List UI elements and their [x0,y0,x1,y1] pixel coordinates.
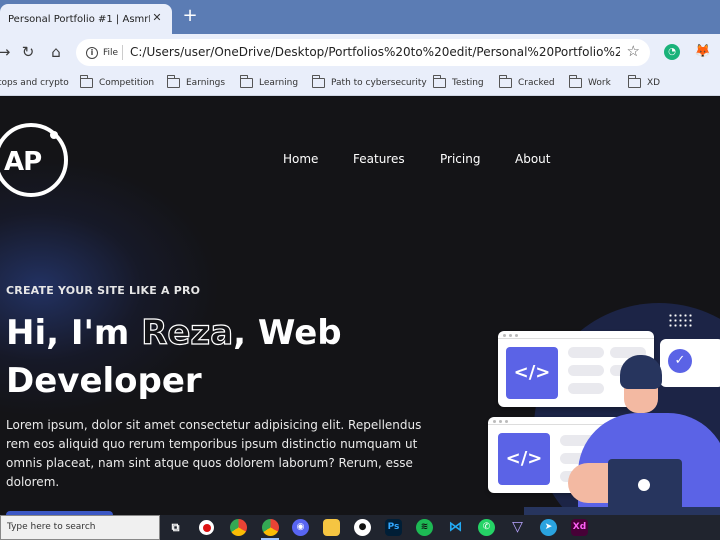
folder-icon [167,75,180,88]
url-text[interactable]: C:/Users/user/OneDrive/Desktop/Portfolio… [130,45,620,59]
browser-tab[interactable]: Personal Portfolio #1 | AsmrProg ✕ [0,4,172,34]
code-icon: </> [506,347,558,399]
hero-description: Lorem ipsum, dolor sit amet consectetur … [6,418,422,489]
site-info-chip[interactable]: i File [82,43,118,62]
logo-text: AP [4,147,42,177]
windows-taskbar: Type here to search ⧉ ◉ ● Ps ≋ ⋈ ✆ ▽ ➤ X… [0,515,720,540]
file-explorer-icon[interactable] [323,519,340,536]
chrome-active-icon[interactable] [262,519,279,536]
folder-icon [80,75,93,88]
code-icon: </> [498,433,550,485]
bookmark-item[interactable]: Learning [240,75,299,90]
bookmark-label: Testing [452,78,484,88]
hero-illustration: </> ✓ </> [484,293,720,515]
bookmark-label: Work [588,78,611,88]
bookmark-item[interactable]: Work [569,75,611,90]
hero-title-prefix: Hi, I'm [6,313,142,353]
close-tab-icon[interactable]: ✕ [150,11,164,25]
task-view-icon[interactable]: ⧉ [167,519,184,536]
taskbar-search[interactable]: Type here to search [0,515,160,540]
bookmark-item[interactable]: Path to cybersecurity [312,75,427,90]
folder-icon [433,75,446,88]
browser-toolbar: → ↻ ⌂ i File C:/Users/user/OneDrive/Desk… [0,34,720,70]
home-icon[interactable]: ⌂ [46,42,66,62]
forward-icon[interactable]: → [0,42,14,62]
hero-title-name: Reza [141,312,234,353]
photoshop-icon[interactable]: Ps [385,519,402,536]
divider [122,45,123,60]
bookmark-item[interactable]: XD [628,75,661,90]
chip-label: File [102,47,118,58]
reload-icon[interactable]: ↻ [18,42,38,62]
browser-tab-strip: Personal Portfolio #1 | AsmrProg ✕ + [0,0,720,34]
desk [524,507,720,515]
vscode-icon[interactable]: ⋈ [447,519,464,536]
bookmarks-bar: tops and crypto Competition Earnings Lea… [0,70,720,96]
spotify-icon[interactable]: ≋ [416,519,433,536]
info-icon: i [86,46,98,59]
telegram-icon[interactable]: ➤ [540,519,557,536]
hero-eyebrow: CREATE YOUR SITE LIKE A PRO [6,284,201,297]
logo-dot [50,131,58,139]
search-placeholder: Type here to search [7,522,96,532]
checkmark-icon: ✓ [668,349,692,373]
tab-title: Personal Portfolio #1 | AsmrProg [8,13,150,25]
discord-icon[interactable]: ◉ [292,519,309,536]
bookmark-item[interactable]: Cracked [499,75,555,90]
whatsapp-icon[interactable]: ✆ [478,519,495,536]
bookmark-label: Competition [99,78,155,88]
github-icon[interactable]: ● [354,519,371,536]
extension-icon[interactable]: ◔ [664,44,680,60]
record-icon[interactable] [199,520,214,535]
folder-icon [312,75,325,88]
folder-icon [569,75,582,88]
folder-icon [628,75,641,88]
portfolio-page: AP Home Features Pricing About CREATE YO… [0,97,720,515]
folder-icon [240,75,253,88]
bookmark-item[interactable]: Competition [80,75,155,90]
check-card: ✓ [660,339,720,387]
bookmark-label: Earnings [186,78,226,88]
folder-icon [499,75,512,88]
bookmark-item[interactable]: Testing [433,75,484,90]
nav-about[interactable]: About [515,152,550,166]
laptop-logo [638,479,650,491]
developer-hair [620,355,662,389]
card-header [498,331,654,339]
bookmark-label: Learning [259,78,299,88]
dot-grid-decoration [668,313,692,329]
metamask-icon[interactable]: 🦊 [694,43,712,61]
vpn-icon[interactable]: ▽ [509,519,526,536]
nav-pricing[interactable]: Pricing [440,152,480,166]
nav-features[interactable]: Features [353,152,405,166]
adobe-xd-icon[interactable]: Xd [571,519,588,536]
new-tab-button[interactable]: + [180,6,200,26]
bookmark-label: Path to cybersecurity [331,78,427,88]
bookmark-label: XD [647,78,661,88]
bookmark-star-icon[interactable]: ☆ [627,42,640,60]
bookmark-label: Cracked [518,78,555,88]
nav-home[interactable]: Home [283,152,318,166]
bookmark-item[interactable]: tops and crypto [0,76,69,90]
chrome-icon[interactable] [230,519,247,536]
bookmark-item[interactable]: Earnings [167,75,226,90]
bookmark-label: tops and crypto [0,78,69,88]
hero-title: Hi, I'm Reza, Web Developer [6,309,346,405]
address-bar[interactable]: i File C:/Users/user/OneDrive/Desktop/Po… [76,39,650,66]
laptop-icon [608,459,682,511]
